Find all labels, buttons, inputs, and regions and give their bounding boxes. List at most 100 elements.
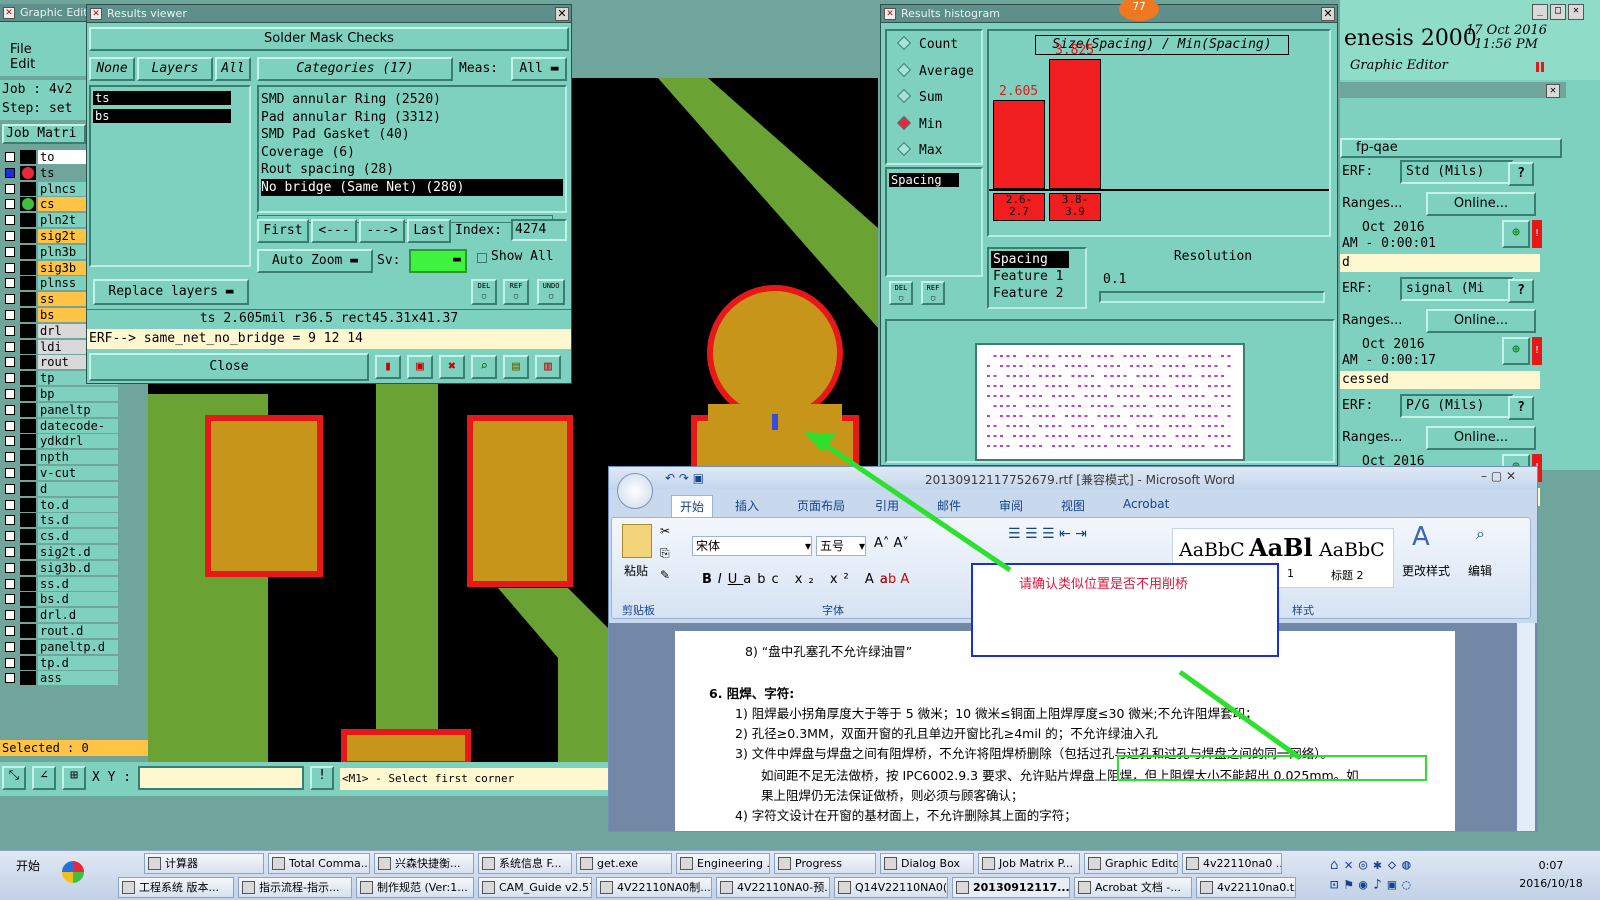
feature2-item[interactable]: Feature 2 xyxy=(991,285,1085,302)
layer-checkbox[interactable] xyxy=(5,231,15,241)
layer-swatch[interactable] xyxy=(20,181,36,196)
layer-row[interactable]: sig2t.d xyxy=(2,545,118,559)
ranges-button[interactable]: Ranges... xyxy=(1342,196,1402,211)
layer-name[interactable]: v-cut xyxy=(38,466,118,480)
change-styles-icon[interactable]: A xyxy=(1412,522,1430,552)
highlight-icon[interactable]: ab A xyxy=(880,572,909,587)
layer-swatch[interactable] xyxy=(20,197,36,212)
stat-list-item[interactable]: Spacing xyxy=(889,173,959,187)
layer-name[interactable]: tp.d xyxy=(38,655,118,670)
layer-swatch[interactable] xyxy=(20,545,36,559)
layer-checkbox[interactable] xyxy=(5,199,15,210)
close-icon[interactable]: ✕ xyxy=(1321,7,1335,21)
zoom-icon[interactable]: ⊕ xyxy=(1502,220,1530,248)
ribbon-tab[interactable]: 审阅 xyxy=(999,497,1023,514)
taskbar-button[interactable]: CAM_Guide v2.57 xyxy=(478,877,592,898)
layer-checkbox[interactable] xyxy=(5,357,15,368)
close-button[interactable]: Close xyxy=(89,353,369,381)
layer-swatch[interactable] xyxy=(20,308,36,322)
layer-name[interactable]: bs.d xyxy=(38,592,118,607)
online-button[interactable]: Online... xyxy=(1426,309,1536,333)
font-name-select[interactable]: 宋体 ▾ xyxy=(692,536,812,556)
help-icon[interactable]: ? xyxy=(1508,279,1534,303)
layer-swatch[interactable] xyxy=(20,450,36,465)
document-page[interactable]: 8) “盘中孔塞孔不允许绿油冒” 6. 阻焊、字符: 1) 阻焊最小拐角厚度大于等于… xyxy=(675,631,1455,831)
close-icon[interactable]: ✕ xyxy=(1568,4,1584,20)
ranges-button[interactable]: Ranges... xyxy=(1342,430,1402,445)
layer-swatch[interactable] xyxy=(20,276,36,291)
info-icon[interactable]: ! xyxy=(310,766,334,790)
layer-checkbox[interactable] xyxy=(5,389,15,399)
index-field[interactable]: 4274 xyxy=(511,219,567,241)
layer-checkbox[interactable] xyxy=(5,278,15,289)
first-button[interactable]: First xyxy=(257,219,309,243)
ribbon-tab[interactable]: Acrobat xyxy=(1123,497,1169,511)
grid-tool-icon[interactable]: ⊞ xyxy=(62,766,86,790)
category-item[interactable]: Pad annular Ring (3312) xyxy=(261,109,563,127)
measure-tool-icon[interactable]: ∠ xyxy=(32,766,56,790)
meas-select[interactable]: All ▬ xyxy=(511,57,567,81)
taskbar-button[interactable]: 4v22110na0.txt ... xyxy=(1196,877,1296,898)
layer-row[interactable]: v-cut xyxy=(2,466,118,480)
layer-swatch[interactable] xyxy=(20,244,36,259)
word-window-controls[interactable]: – ▢ ✕ xyxy=(1481,469,1516,483)
online-button[interactable]: Online... xyxy=(1426,426,1536,450)
help-icon[interactable]: ? xyxy=(1508,162,1534,186)
undo-button[interactable]: UNDO ▢ xyxy=(537,279,565,305)
layer-checkbox[interactable] xyxy=(5,468,15,478)
ribbon-tab[interactable]: 邮件 xyxy=(937,497,961,514)
zoom-icon[interactable]: ⊕ xyxy=(1502,337,1530,365)
layer-swatch[interactable] xyxy=(20,560,36,575)
panel-close-icon[interactable]: ✕ xyxy=(1546,84,1560,98)
layer-row[interactable]: datecode-ss xyxy=(2,418,118,447)
layer-swatch[interactable] xyxy=(20,639,36,654)
histogram-icon[interactable]: ▥ xyxy=(535,355,561,379)
stat-option-count[interactable]: Count xyxy=(896,35,958,52)
sv-color-select[interactable]: ▬ xyxy=(409,249,467,273)
edit-label[interactable]: 编辑 xyxy=(1468,562,1492,579)
layer-swatch[interactable] xyxy=(20,655,36,670)
category-item[interactable]: SMD annular Ring (2520) xyxy=(261,91,563,109)
ribbon-tab[interactable]: 引用 xyxy=(875,497,899,514)
online-button[interactable]: Online... xyxy=(1426,192,1536,216)
layer-row[interactable]: cs.d xyxy=(2,529,118,544)
layer-swatch[interactable] xyxy=(20,402,36,417)
clock[interactable]: 0:07 2016/10/18 xyxy=(1506,857,1596,893)
layer-checkbox[interactable] xyxy=(5,673,15,684)
layer-checkbox[interactable] xyxy=(5,562,15,573)
layer-name[interactable]: npth xyxy=(38,450,118,465)
spacing-item[interactable]: Spacing xyxy=(991,251,1069,268)
layer-name[interactable]: datecode-ss xyxy=(38,418,118,447)
layers-button[interactable]: Layers xyxy=(137,57,213,81)
stat-option-max[interactable]: Max xyxy=(896,141,942,158)
style-normal[interactable]: AaBbC xyxy=(1179,539,1245,561)
layer-checkbox[interactable] xyxy=(5,420,15,431)
layer-checkbox[interactable] xyxy=(5,404,15,415)
layer-swatch[interactable] xyxy=(20,466,36,480)
taskbar-button[interactable]: 指示流程-指示... xyxy=(238,877,352,898)
layer-checkbox[interactable] xyxy=(5,167,15,178)
layer-row[interactable]: drl.d xyxy=(2,608,118,623)
document-scrollbar[interactable] xyxy=(1517,623,1535,831)
export-icon[interactable]: ▣ xyxy=(407,355,433,379)
stat-option-min[interactable]: Min xyxy=(896,115,942,132)
taskbar-button[interactable]: 计算器 xyxy=(144,853,264,874)
taskbar-button[interactable]: 20130912117... xyxy=(952,877,1070,898)
layer-row[interactable]: ydkdrl xyxy=(2,434,118,449)
layer-swatch[interactable] xyxy=(20,371,36,386)
del-button[interactable]: DEL ▢ xyxy=(471,279,497,305)
layer-checkbox[interactable] xyxy=(5,515,15,526)
taskbar-button[interactable]: Acrobat 文档 -... xyxy=(1074,877,1192,898)
layer-name[interactable]: paneltp xyxy=(38,402,118,417)
layer-item-bs[interactable]: bs xyxy=(93,109,231,123)
stat-option-sum[interactable]: Sum xyxy=(896,88,942,105)
taskbar-button[interactable]: get.exe xyxy=(576,853,672,874)
layer-checkbox[interactable] xyxy=(5,657,15,668)
category-item[interactable]: No bridge (Same Net) (280) xyxy=(261,178,563,196)
taskbar-button[interactable]: 4V22110NA0制... xyxy=(596,877,712,898)
font-size-select[interactable]: 五号 ▾ xyxy=(816,536,866,556)
layer-name[interactable]: d xyxy=(38,481,118,496)
histogram-bar[interactable] xyxy=(1049,59,1101,189)
ranges-button[interactable]: Ranges... xyxy=(1342,313,1402,328)
layer-checkbox[interactable] xyxy=(5,294,15,305)
